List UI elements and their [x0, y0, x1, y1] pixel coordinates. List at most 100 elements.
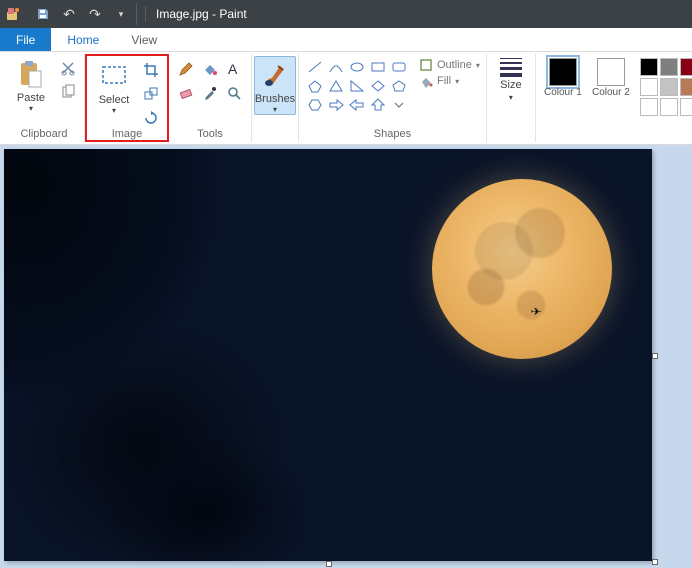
- shape-roundrect-icon[interactable]: [389, 58, 409, 76]
- group-image: Select ▾ Image: [85, 54, 169, 142]
- artboard[interactable]: ✈: [4, 149, 652, 561]
- group-label-shapes: Shapes: [374, 128, 411, 142]
- shape-hexagon-icon[interactable]: [305, 96, 325, 114]
- colour-1-label: Colour 1: [544, 88, 582, 98]
- tab-home[interactable]: Home: [51, 28, 115, 51]
- redo-icon[interactable]: ↷: [84, 3, 106, 25]
- shape-triangle-icon[interactable]: [326, 77, 346, 95]
- chevron-down-icon: ▾: [509, 93, 513, 102]
- chevron-down-icon: ▾: [273, 105, 277, 114]
- ribbon: Paste ▾ Clipboard Select ▾: [0, 52, 692, 145]
- brush-icon: [259, 59, 291, 91]
- resize-icon[interactable]: [141, 84, 161, 104]
- fill-icon[interactable]: [199, 58, 221, 80]
- shapes-gallery[interactable]: [305, 56, 409, 114]
- group-label-size: [509, 128, 512, 142]
- app-icon: [4, 5, 22, 23]
- shape-more-icon[interactable]: [389, 96, 409, 114]
- fill-bucket-icon: [419, 74, 433, 88]
- moon: [432, 179, 612, 359]
- tab-view[interactable]: View: [115, 28, 173, 51]
- bird-silhouette: ✈: [530, 307, 542, 318]
- color-picker-icon[interactable]: [199, 82, 221, 104]
- group-size: Size ▾: [487, 54, 536, 142]
- window-title: Image.jpg - Paint: [156, 7, 688, 21]
- rotate-icon[interactable]: [141, 108, 161, 128]
- select-button[interactable]: Select ▾: [93, 58, 135, 115]
- select-label: Select: [99, 94, 130, 106]
- brushes-button[interactable]: Brushes ▾: [254, 56, 296, 115]
- palette-swatch[interactable]: [680, 98, 692, 116]
- pencil-icon[interactable]: [175, 58, 197, 80]
- size-label: Size: [500, 79, 521, 91]
- shape-oval-icon[interactable]: [347, 58, 367, 76]
- colour-2-swatch: [597, 58, 625, 86]
- resize-handle-right[interactable]: [652, 353, 658, 359]
- quick-access-toolbar: ↶ ↷ ▾: [28, 3, 137, 25]
- paste-icon: [15, 58, 47, 90]
- shape-arrow-up-icon[interactable]: [368, 96, 388, 114]
- palette-swatch[interactable]: [660, 78, 678, 96]
- palette-swatch[interactable]: [680, 78, 692, 96]
- palette-swatch[interactable]: [660, 58, 678, 76]
- group-shapes: Outline ▾ Fill ▾ Shapes: [299, 54, 487, 142]
- shape-diamond-icon[interactable]: [368, 77, 388, 95]
- shape-right-triangle-icon[interactable]: [347, 77, 367, 95]
- group-label-colours: [618, 128, 621, 142]
- outline-label: Outline: [437, 59, 472, 71]
- shape-arrow-right-icon[interactable]: [326, 96, 346, 114]
- shape-line-icon[interactable]: [305, 58, 325, 76]
- fill-label: Fill: [437, 75, 451, 87]
- crop-icon[interactable]: [141, 60, 161, 80]
- copy-icon[interactable]: [58, 82, 78, 102]
- tree-silhouette: [4, 149, 384, 561]
- size-icon: [499, 58, 523, 77]
- palette-swatch[interactable]: [660, 98, 678, 116]
- resize-handle-bottom[interactable]: [326, 561, 332, 567]
- shape-pentagon-icon[interactable]: [389, 77, 409, 95]
- shape-arrow-left-icon[interactable]: [347, 96, 367, 114]
- magnifier-icon[interactable]: [223, 82, 245, 104]
- ribbon-tabs: File Home View: [0, 28, 692, 52]
- paste-button[interactable]: Paste ▾: [10, 56, 52, 113]
- palette-swatch[interactable]: [680, 58, 692, 76]
- save-icon[interactable]: [32, 3, 54, 25]
- size-button[interactable]: Size ▾: [493, 56, 529, 102]
- group-tools: A Tools: [169, 54, 252, 142]
- resize-handle-corner[interactable]: [652, 559, 658, 565]
- undo-icon[interactable]: ↶: [58, 3, 80, 25]
- group-label-image: Image: [112, 128, 143, 142]
- group-label-clipboard: Clipboard: [20, 128, 67, 142]
- shape-rect-icon[interactable]: [368, 58, 388, 76]
- titlebar: ↶ ↷ ▾ Image.jpg - Paint: [0, 0, 692, 28]
- chevron-down-icon: ▾: [29, 104, 33, 113]
- palette-swatch[interactable]: [640, 98, 658, 116]
- cut-icon[interactable]: [58, 58, 78, 78]
- chevron-down-icon: ▾: [112, 106, 116, 115]
- chevron-down-icon: ▾: [455, 77, 459, 86]
- group-clipboard: Paste ▾ Clipboard: [4, 54, 85, 142]
- svg-text:A: A: [228, 61, 238, 77]
- group-label-tools: Tools: [197, 128, 223, 142]
- colour-1-swatch: [549, 58, 577, 86]
- select-icon: [98, 60, 130, 92]
- colour-2-button[interactable]: Colour 2: [590, 56, 632, 98]
- shape-curve-icon[interactable]: [326, 58, 346, 76]
- outline-button[interactable]: Outline ▾: [419, 58, 480, 72]
- canvas-area[interactable]: ✈: [0, 145, 692, 568]
- colour-1-button[interactable]: Colour 1: [542, 56, 584, 98]
- fill-button[interactable]: Fill ▾: [419, 74, 480, 88]
- qat-customize-icon[interactable]: ▾: [110, 3, 132, 25]
- eraser-icon[interactable]: [175, 82, 197, 104]
- text-icon[interactable]: A: [223, 58, 245, 80]
- palette-swatch[interactable]: [640, 58, 658, 76]
- shape-polygon-icon[interactable]: [305, 77, 325, 95]
- group-colours: Colour 1 Colour 2: [536, 54, 692, 142]
- tab-file[interactable]: File: [0, 28, 51, 51]
- palette-swatch[interactable]: [640, 78, 658, 96]
- divider: [145, 6, 146, 22]
- outline-icon: [419, 58, 433, 72]
- brushes-label: Brushes: [255, 93, 295, 105]
- group-brushes: Brushes ▾: [252, 54, 299, 142]
- colour-2-label: Colour 2: [592, 88, 630, 98]
